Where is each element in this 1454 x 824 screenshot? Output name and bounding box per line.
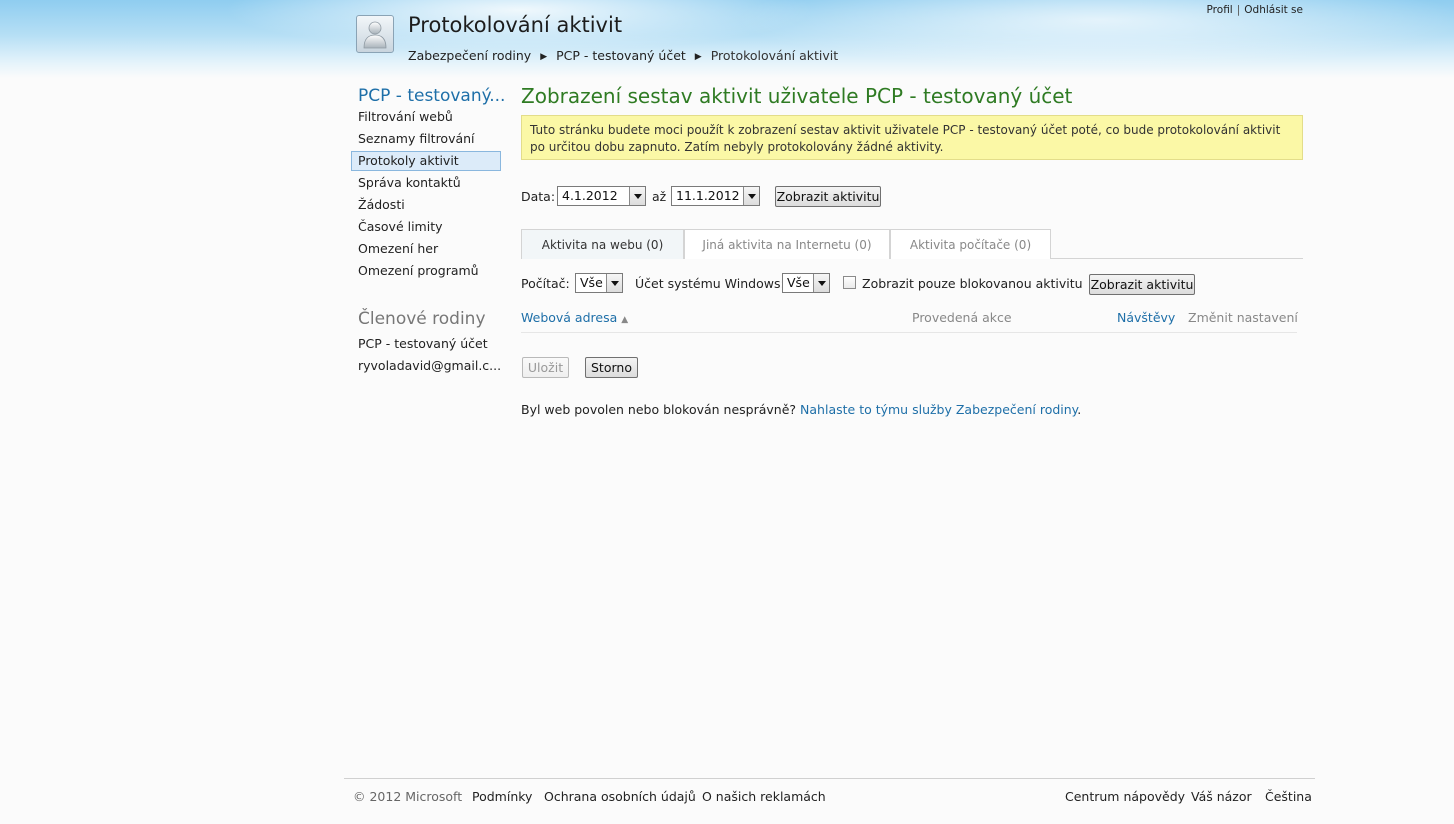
chevron-down-icon[interactable] bbox=[743, 187, 759, 205]
sidebar-account-title[interactable]: PCP - testovaný... bbox=[358, 86, 505, 106]
footer-link-language[interactable]: Čeština bbox=[1265, 789, 1312, 804]
sidebar-item-activity-logs[interactable]: Protokoly aktivit bbox=[351, 151, 501, 171]
blocked-only-checkbox[interactable] bbox=[843, 276, 856, 289]
footer-divider bbox=[344, 778, 1315, 779]
date-to-value: 11.1.2012 bbox=[676, 188, 740, 203]
blocked-only-label[interactable]: Zobrazit pouze blokovanou aktivitu bbox=[862, 276, 1083, 291]
top-links: Profil | Odhlásit se bbox=[1207, 4, 1303, 16]
sidebar-item-time-limits[interactable]: Časové limity bbox=[351, 217, 501, 237]
sidebar-item-contact-management[interactable]: Správa kontaktů bbox=[351, 173, 501, 193]
chevron-down-icon[interactable] bbox=[629, 187, 645, 205]
breadcrumb-item-account[interactable]: PCP - testovaný účet bbox=[556, 48, 686, 63]
sidebar-item-web-filtering[interactable]: Filtrování webů bbox=[351, 107, 501, 127]
family-member-item[interactable]: PCP - testovaný účet bbox=[358, 336, 488, 351]
profile-link[interactable]: Profil bbox=[1207, 4, 1233, 16]
page-title: Protokolování aktivit bbox=[408, 13, 623, 37]
footer-link-privacy[interactable]: Ochrana osobních údajů bbox=[544, 789, 696, 804]
windows-account-label: Účet systému Windows: bbox=[635, 276, 785, 291]
show-activity-date-button[interactable]: Zobrazit aktivitu bbox=[775, 186, 881, 207]
person-icon bbox=[363, 21, 387, 49]
family-member-item[interactable]: ryvoladavid@gmail.c... bbox=[358, 358, 501, 373]
sidebar-item-game-restrictions[interactable]: Omezení her bbox=[351, 239, 501, 259]
windows-account-select[interactable]: Vše bbox=[782, 273, 830, 293]
report-note: Byl web povolen nebo blokován nesprávně?… bbox=[521, 402, 1081, 417]
sidebar-item-requests[interactable]: Žádosti bbox=[351, 195, 501, 215]
save-button[interactable]: Uložit bbox=[522, 357, 569, 378]
main-heading: Zobrazení sestav aktivit uživatele PCP -… bbox=[521, 84, 1073, 108]
windows-account-select-value: Vše bbox=[787, 275, 810, 290]
column-header-web-address-label: Webová adresa bbox=[521, 310, 618, 325]
report-link[interactable]: Nahlaste to týmu služby Zabezpečení rodi… bbox=[800, 402, 1077, 417]
report-text: Byl web povolen nebo blokován nesprávně? bbox=[521, 402, 797, 417]
tab-other-internet-activity[interactable]: Jiná aktivita na Internetu (0) bbox=[684, 229, 890, 259]
footer-link-ads[interactable]: O našich reklamách bbox=[702, 789, 826, 804]
table-header-divider bbox=[521, 332, 1297, 333]
user-avatar-icon bbox=[356, 15, 394, 53]
breadcrumb-item-current: Protokolování aktivit bbox=[710, 48, 839, 63]
tab-web-activity[interactable]: Aktivita na webu (0) bbox=[521, 229, 684, 259]
footer-copyright: © 2012 Microsoft bbox=[353, 789, 463, 804]
column-header-action: Provedená akce bbox=[912, 310, 1012, 325]
breadcrumb-arrow-icon: ▶ bbox=[694, 52, 702, 62]
column-header-visits[interactable]: Návštěvy bbox=[1117, 310, 1175, 325]
info-message: Tuto stránku budete moci použít k zobraz… bbox=[521, 115, 1303, 160]
column-header-change-settings: Změnit nastavení bbox=[1188, 310, 1298, 325]
report-end: . bbox=[1077, 402, 1082, 417]
computer-label: Počítač: bbox=[521, 276, 570, 291]
footer-link-terms[interactable]: Podmínky bbox=[472, 789, 532, 804]
chevron-down-icon[interactable] bbox=[813, 274, 829, 292]
family-members-title: Členové rodiny bbox=[358, 309, 486, 329]
breadcrumb: Zabezpečení rodiny ▶ PCP - testovaný účet ▶… bbox=[408, 48, 838, 63]
top-links-separator: | bbox=[1236, 4, 1241, 16]
date-from-picker[interactable]: 4.1.2012 bbox=[557, 186, 646, 206]
date-label: Data: bbox=[521, 189, 556, 204]
breadcrumb-item-family-safety[interactable]: Zabezpečení rodiny bbox=[408, 48, 531, 63]
chevron-down-icon[interactable] bbox=[606, 274, 622, 292]
breadcrumb-arrow-icon: ▶ bbox=[540, 52, 548, 62]
sidebar-item-program-restrictions[interactable]: Omezení programů bbox=[351, 261, 501, 281]
date-to-picker[interactable]: 11.1.2012 bbox=[671, 186, 760, 206]
show-activity-filter-button[interactable]: Zobrazit aktivitu bbox=[1089, 274, 1195, 295]
column-header-web-address[interactable]: Webová adresa ▲ bbox=[521, 310, 628, 325]
footer-link-help-center[interactable]: Centrum nápovědy bbox=[1065, 789, 1185, 804]
computer-select[interactable]: Vše bbox=[575, 273, 623, 293]
cancel-button[interactable]: Storno bbox=[585, 357, 638, 378]
sort-ascending-icon: ▲ bbox=[621, 315, 629, 325]
sidebar-item-filter-lists[interactable]: Seznamy filtrování bbox=[351, 129, 501, 149]
tab-computer-activity[interactable]: Aktivita počítače (0) bbox=[890, 229, 1051, 259]
footer-link-feedback[interactable]: Váš názor bbox=[1191, 789, 1252, 804]
logout-link[interactable]: Odhlásit se bbox=[1244, 4, 1303, 16]
computer-select-value: Vše bbox=[580, 275, 603, 290]
date-to-label: až bbox=[652, 189, 667, 204]
date-from-value: 4.1.2012 bbox=[562, 188, 618, 203]
